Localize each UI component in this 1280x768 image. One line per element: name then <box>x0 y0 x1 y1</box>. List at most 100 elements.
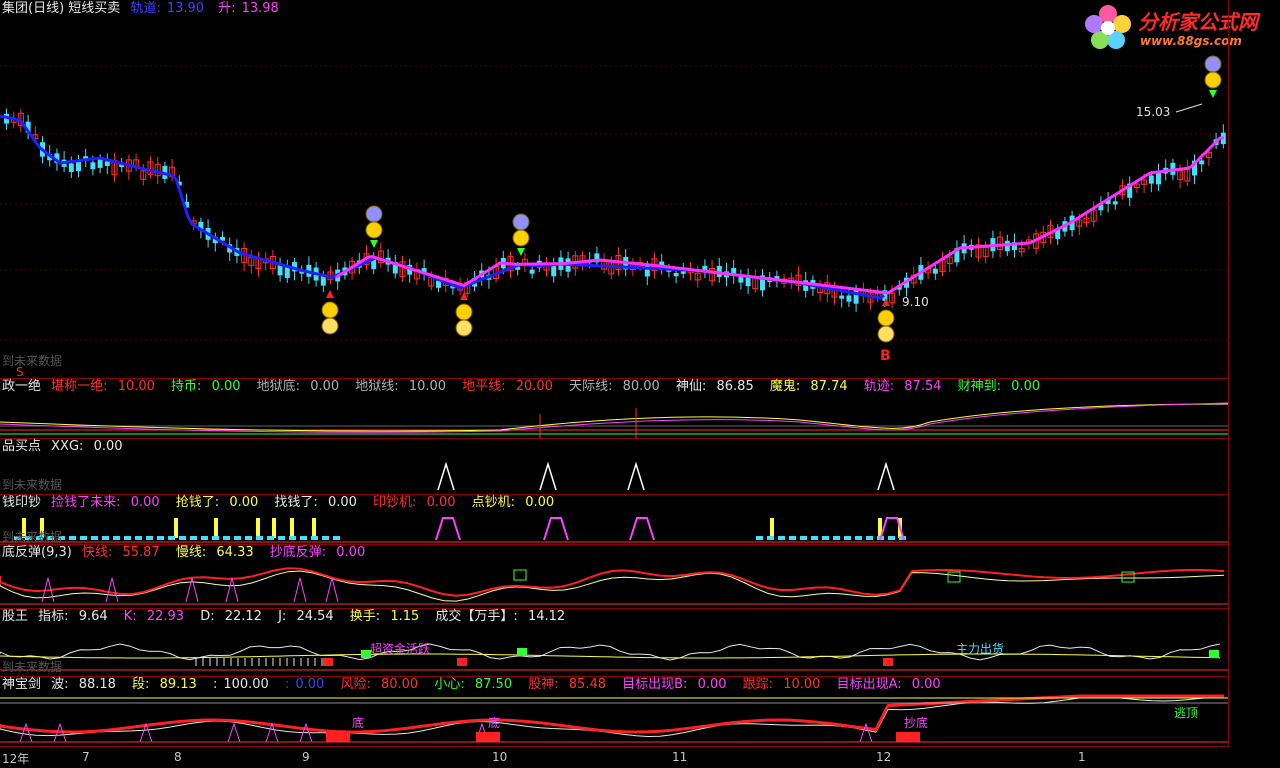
p6-label: 目标出现A: <box>836 677 902 692</box>
cyan-bar <box>245 536 252 540</box>
p1-label: 堪称一绝: <box>51 379 108 394</box>
indicator-panel-6[interactable]: 神宝剑 波: 88.18 段: 89.13 :100.00 :0.00 风险: … <box>0 676 1228 747</box>
red-block <box>883 658 893 666</box>
p1-value: 0.00 <box>211 379 241 394</box>
p5-value: 22.93 <box>146 609 185 624</box>
d-line <box>0 653 1221 659</box>
sheng-value: 13.98 <box>241 1 279 16</box>
annot-bottom-2: 底 <box>488 716 501 730</box>
down-arrow-icon <box>1209 90 1217 98</box>
candle-down <box>97 159 103 168</box>
p3-label: 印钞机: <box>373 495 417 510</box>
bottom-signal <box>265 722 279 743</box>
p1-item-8: 轨迹: 87.54 <box>864 379 948 394</box>
panel2-title: 品买点 <box>2 439 42 454</box>
cyan-bar <box>855 536 862 540</box>
p3-label: 抢钱了: <box>175 495 220 510</box>
rebound-signal <box>105 577 119 603</box>
yellow-bar <box>256 518 260 538</box>
p1-item-7: 魔鬼: 87.74 <box>770 379 854 394</box>
p1-item-0: 堪称一绝: 10.00 <box>51 379 161 394</box>
p1-item-5: 天际线: 80.00 <box>569 379 666 394</box>
p1-value: 0.00 <box>1011 379 1041 394</box>
cyan-bar <box>69 536 76 540</box>
indicator-panel-5[interactable]: 股王 指标: 9.64 K: 22.93 D: 22.12 J: 24.54 换… <box>0 608 1228 677</box>
guidao-label: 轨道: <box>130 1 161 16</box>
candle-down <box>839 295 845 299</box>
logo-name: 分析家公式网 <box>1138 10 1258 34</box>
yellow-bar <box>272 518 276 538</box>
candle-down <box>551 265 557 277</box>
sell-box <box>947 571 961 583</box>
rebound-signal <box>325 577 339 603</box>
p1-value: 87.54 <box>904 379 942 394</box>
smiley-icon <box>365 221 383 239</box>
p6-item-6: 股神: 85.48 <box>528 677 612 692</box>
candle-down <box>1199 160 1205 165</box>
cyan-bar <box>833 536 840 540</box>
segment-line <box>0 694 1224 734</box>
p1-label: 天际线: <box>569 379 613 394</box>
cyan-bar <box>811 536 818 540</box>
cyan-bar <box>223 536 230 540</box>
red-block <box>457 658 467 666</box>
bottom-signal <box>227 722 241 743</box>
cyan-bar <box>844 536 851 540</box>
p5-label: D: <box>200 609 215 624</box>
p1-value: 10.00 <box>408 379 447 394</box>
p5-item-1: K: 22.93 <box>124 609 190 624</box>
p6-value: 88.18 <box>78 677 116 692</box>
p3-value: 0.00 <box>229 495 259 510</box>
smiley-icon <box>1204 71 1222 89</box>
p1-value: 87.74 <box>810 379 848 394</box>
bottom-block <box>476 732 500 742</box>
cyan-bar <box>778 536 785 540</box>
indicator-panel-4[interactable]: 底反弹(9,3) 快线: 55.87 慢线: 64.33 抄底反弹: 0.00 <box>0 544 1228 609</box>
annot-escape-top: 逃顶 <box>1174 706 1199 720</box>
p6-label: 段: <box>132 677 150 692</box>
candle-down <box>68 163 74 173</box>
indicator-panel-2[interactable]: 品买点 XXG: 0.00 到未来数据 <box>0 438 1228 495</box>
flower-logo-icon <box>1085 5 1131 49</box>
panel4-title: 底反弹(9,3) <box>2 545 72 560</box>
panel5-title: 股王 <box>2 609 29 624</box>
p3-item-1: 抢钱了: 0.00 <box>176 495 264 510</box>
p6-label: 波: <box>51 677 69 692</box>
p4-label: 快线: <box>81 545 113 560</box>
trapezoid-signal <box>629 517 655 541</box>
worried-face-icon <box>365 205 383 223</box>
p1-value: 20.00 <box>515 379 553 394</box>
p6-value: 10.00 <box>783 677 821 692</box>
p6-value: 0.00 <box>697 677 727 692</box>
p6-label: 跟踪: <box>742 677 774 692</box>
p1-item-2: 地狱底: 0.00 <box>257 379 345 394</box>
p6-item-9: 目标出现A: 0.00 <box>837 677 947 692</box>
trapezoid-signal <box>543 517 569 541</box>
p1-label: 轨迹: <box>863 379 895 394</box>
p6-item-8: 跟踪: 10.00 <box>743 677 827 692</box>
indicator-panel-1[interactable]: 政一绝 堪称一绝: 10.00 持币: 0.00 地狱底: 0.00 地狱线: … <box>0 378 1228 439</box>
rebound-signal <box>293 577 307 603</box>
xaxis-label: 10 <box>492 750 508 764</box>
p4-item-2: 抄底反弹: 0.00 <box>270 545 371 560</box>
yellow-bar <box>174 518 178 538</box>
p1-label: 持币: <box>171 379 202 394</box>
p5-value: 1.15 <box>390 609 420 624</box>
xaxis-label: 12年 <box>2 752 30 766</box>
cyan-bar <box>333 536 340 540</box>
p1-label: 地狱底: <box>256 379 301 394</box>
cyan-bar <box>234 536 241 540</box>
yellow-bar <box>214 518 218 538</box>
indicator-panel-3[interactable]: 钱印钞 捡钱了未来: 0.00 抢钱了: 0.00 找钱了: 0.00 印钞机:… <box>0 494 1228 545</box>
peak-signal <box>437 461 455 491</box>
p6-label: : <box>212 677 218 692</box>
price-panel[interactable]: 15.03 9.10 B S 集团(日线) 短线买卖 轨道: 13.90 升: 13.98… <box>0 0 1228 379</box>
annot-bottom-3: 抄底 <box>904 716 929 730</box>
logo-url: www.88gs.com <box>1140 34 1242 48</box>
p1-item-6: 神仙: 86.85 <box>676 379 760 394</box>
buy-marker: B <box>880 348 891 364</box>
p1-item-3: 地狱线: 10.00 <box>355 379 452 394</box>
p6-value: 100.00 <box>223 677 269 692</box>
yellow-bar <box>312 518 316 538</box>
watermark: 到未来数据 <box>2 530 63 544</box>
